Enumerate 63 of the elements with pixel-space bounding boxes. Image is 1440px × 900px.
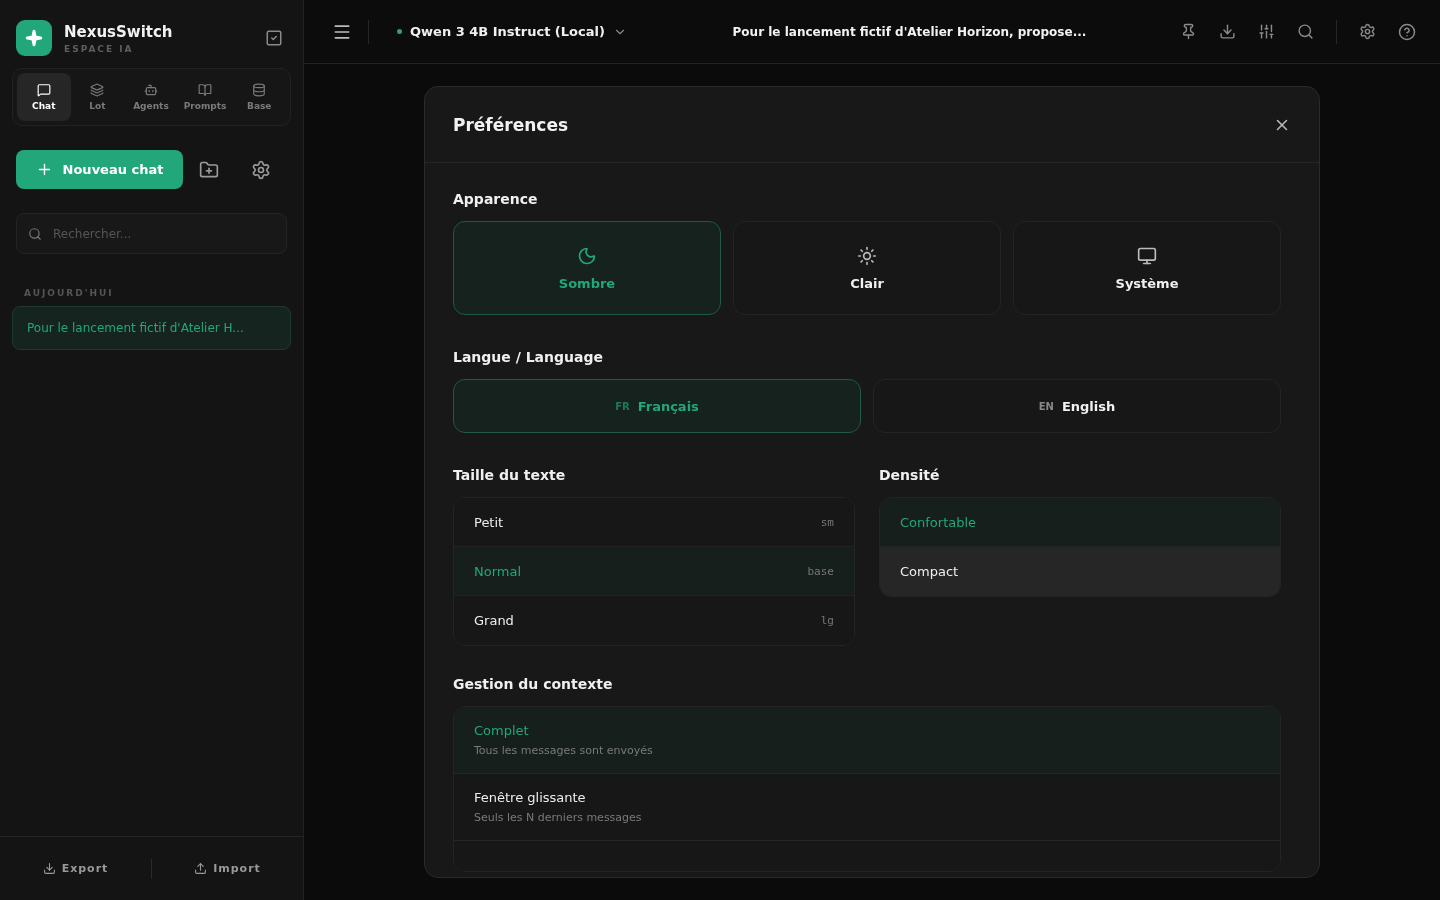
density-option[interactable]: Confortable [880,498,1280,547]
nav-tab[interactable]: Chat [17,73,71,121]
size-tag: base [807,564,834,578]
option-label: Fenêtre glissante [474,790,587,805]
option-description: Tous les messages sont envoyés [474,744,654,757]
robot-icon [143,83,158,97]
section-title: Taille du texte [453,467,567,483]
option-label: Petit [474,514,504,530]
nav-tab[interactable]: Lot [70,73,125,121]
upload-icon [194,862,208,875]
logo-icon [16,20,52,56]
layers-icon [90,83,105,97]
language-code: EN [1038,400,1054,412]
section-title: Apparence [453,191,539,207]
help-icon[interactable] [1398,22,1416,41]
context-option[interactable]: Complet Tous les messages sont envoyés [454,707,1280,774]
pin-icon[interactable] [1180,23,1197,40]
group-label: AUJOURD'HUI [23,287,115,300]
chat-icon [36,83,51,97]
language-option[interactable]: FR Français [453,379,861,433]
option-description: Seuls les N derniers messages [474,811,643,824]
theme-option[interactable]: Système [1013,221,1281,315]
brand-name: NexusSwitch [64,22,174,41]
dialog-title: Préférences [453,114,569,135]
chat-title: Pour le lancement fictif d'Atelier Horizon, propose... [731,24,1088,39]
option-label: Normal [474,563,522,579]
sun-icon [857,245,877,266]
language-option[interactable]: EN English [873,379,1281,433]
book-icon [198,83,213,97]
conversation-item[interactable]: Pour le lancement fictif d'Atelier H... [12,306,291,350]
download-icon[interactable] [1219,23,1236,40]
nav-tab[interactable]: Agents [124,73,178,121]
download-icon [42,862,56,875]
settings-icon[interactable] [1359,23,1376,40]
language-label: Français [637,398,699,414]
language-label: English [1061,398,1116,414]
size-tag: lg [820,614,834,627]
nav-tab[interactable]: Prompts [177,73,233,121]
model-selector[interactable]: Qwen 3 4B Instruct (Local) [385,24,639,39]
checkbox-square-icon[interactable] [265,29,283,47]
search-icon[interactable] [1297,23,1314,40]
language-code: FR [615,400,630,412]
size-tag: sm [820,515,834,529]
theme-option[interactable]: Sombre [453,221,721,315]
section-title: Langue / Language [453,349,604,365]
size-option[interactable]: Petit sm [454,498,854,547]
moon-icon [577,245,597,266]
option-label: Grand [474,613,514,628]
monitor-icon [1137,245,1157,266]
brand-subtitle: ESPACE IA [64,43,135,54]
section-title: Densité [879,467,941,483]
search-icon [28,227,42,241]
size-option[interactable]: Normal base [454,547,854,596]
section-title: Gestion du contexte [453,676,614,692]
database-icon [252,83,267,97]
option-label: Complet [474,723,530,738]
theme-option[interactable]: Clair [733,221,1001,315]
search-field[interactable]: Rechercher... [16,213,287,254]
nav-tab[interactable]: Base [232,73,286,121]
export-button[interactable]: Export [0,861,151,876]
import-button[interactable]: Import [152,861,303,876]
sliders-icon[interactable] [1258,23,1275,40]
density-option[interactable]: Compact [880,547,1280,596]
